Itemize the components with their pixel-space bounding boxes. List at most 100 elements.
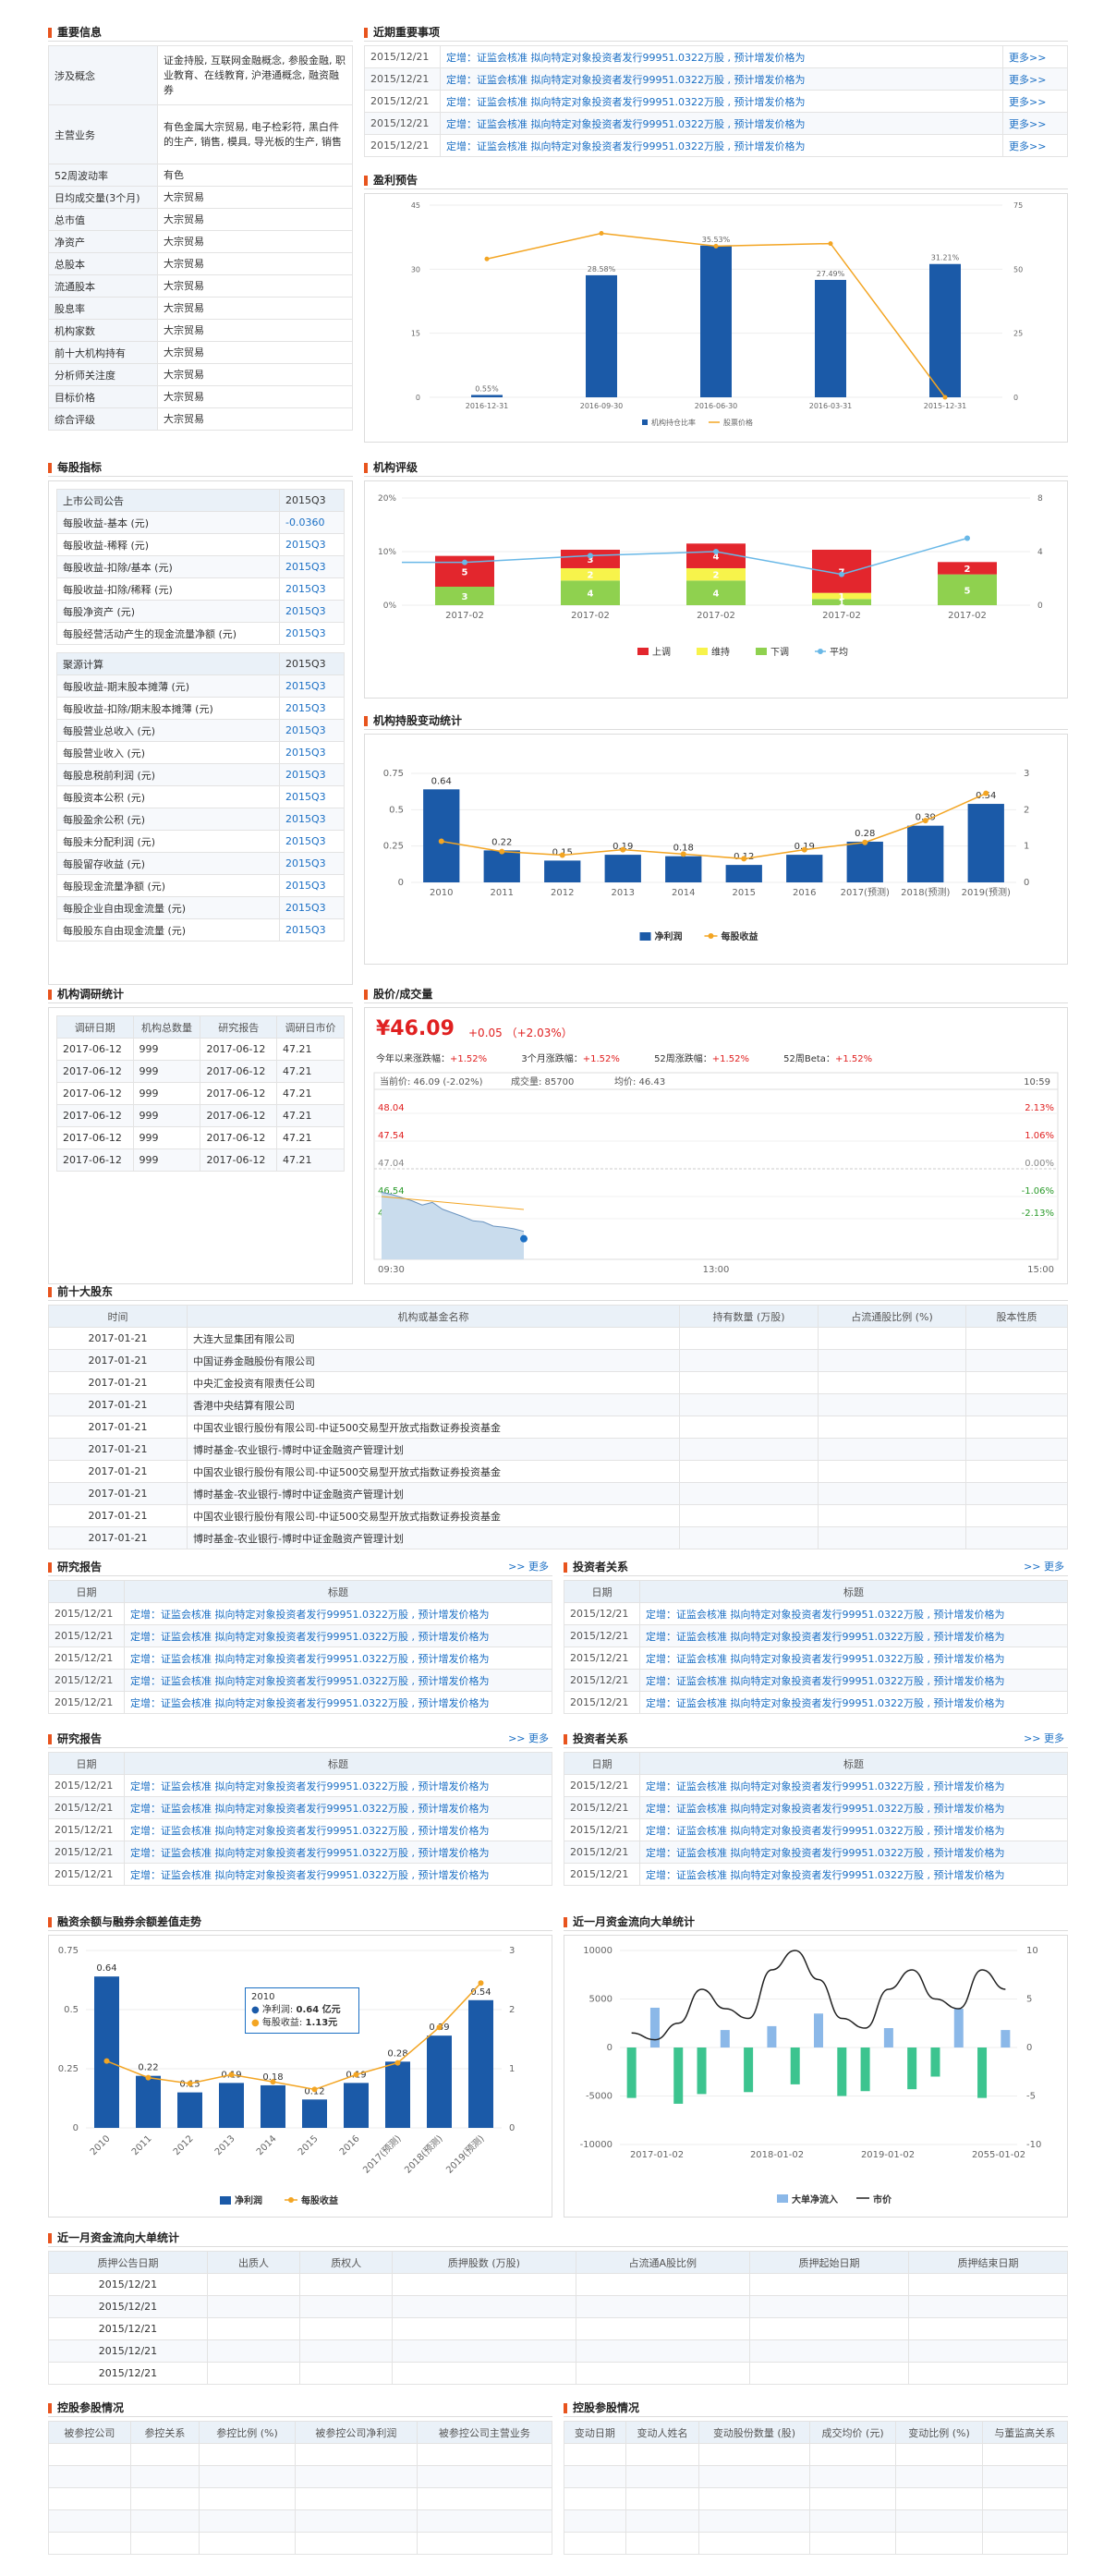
flow-bar[interactable]: [907, 2047, 917, 2090]
event-more-link[interactable]: 更多>>: [1002, 134, 1068, 157]
eps-point[interactable]: [862, 839, 868, 845]
flow-bar[interactable]: [1001, 2030, 1011, 2047]
profit-bar[interactable]: [136, 2075, 161, 2128]
report-link[interactable]: 定增：证监会核准 拟向特定对象投资者发行99951.0322万股 , 预计增发价…: [639, 1818, 1068, 1841]
price-point[interactable]: [828, 241, 833, 247]
profit-bar[interactable]: [219, 2083, 244, 2128]
report-link[interactable]: 定增：证监会核准 拟向特定对象投资者发行99951.0322万股 , 预计增发价…: [639, 1669, 1068, 1692]
average-point[interactable]: [713, 549, 719, 554]
report-link[interactable]: 定增：证监会核准 拟向特定对象投资者发行99951.0322万股 , 预计增发价…: [124, 1646, 552, 1670]
profit-bar[interactable]: [907, 825, 944, 882]
eps-point[interactable]: [353, 2072, 359, 2078]
forecast-bar[interactable]: [471, 395, 503, 397]
price-point[interactable]: [599, 231, 604, 237]
profit-bar[interactable]: [261, 2084, 285, 2128]
flow-bar[interactable]: [953, 2009, 964, 2047]
report-link[interactable]: 定增：证监会核准 拟向特定对象投资者发行99951.0322万股 , 预计增发价…: [124, 1818, 552, 1841]
eps-point[interactable]: [741, 856, 747, 862]
eps-point[interactable]: [680, 851, 686, 857]
event-link[interactable]: 定增：证监会核准 拟向特定对象投资者发行99951.0322万股 , 预计增发价…: [440, 67, 1003, 91]
eps-value[interactable]: 2015Q3: [279, 785, 345, 808]
flow-bar[interactable]: [814, 2013, 823, 2047]
eps-value[interactable]: 2015Q3: [279, 533, 345, 556]
current-price-dot[interactable]: [520, 1234, 528, 1243]
profit-bar[interactable]: [302, 2099, 327, 2128]
flow-bar[interactable]: [930, 2047, 940, 2077]
eps-value[interactable]: 2015Q3: [279, 808, 345, 831]
eps-point[interactable]: [145, 2074, 152, 2081]
profit-bar[interactable]: [846, 841, 883, 882]
eps-value[interactable]: 2015Q3: [279, 918, 345, 942]
average-point[interactable]: [588, 553, 593, 559]
profit-bar[interactable]: [94, 1976, 119, 2128]
flow-bar[interactable]: [697, 2047, 707, 2095]
flow-bar[interactable]: [720, 2030, 730, 2047]
event-link[interactable]: 定增：证监会核准 拟向特定对象投资者发行99951.0322万股 , 预计增发价…: [440, 112, 1003, 135]
report-link[interactable]: 定增：证监会核准 拟向特定对象投资者发行99951.0322万股 , 预计增发价…: [124, 1774, 552, 1797]
profit-bar[interactable]: [177, 2092, 202, 2128]
event-link[interactable]: 定增：证监会核准 拟向特定对象投资者发行99951.0322万股 , 预计增发价…: [440, 45, 1003, 68]
flow-bar[interactable]: [744, 2047, 754, 2093]
profit-bar[interactable]: [604, 855, 641, 882]
eps-point[interactable]: [436, 2024, 443, 2031]
price-point[interactable]: [942, 395, 948, 400]
profit-bar[interactable]: [665, 856, 702, 882]
flow-bar[interactable]: [649, 2007, 660, 2047]
report-link[interactable]: 定增：证监会核准 拟向特定对象投资者发行99951.0322万股 , 预计增发价…: [124, 1863, 552, 1886]
profit-bar[interactable]: [344, 2083, 369, 2128]
forecast-bar[interactable]: [929, 263, 961, 397]
event-more-link[interactable]: 更多>>: [1002, 112, 1068, 135]
report-link[interactable]: 定增：证监会核准 拟向特定对象投资者发行99951.0322万股 , 预计增发价…: [639, 1774, 1068, 1797]
eps-value[interactable]: -0.0360: [279, 511, 345, 534]
forecast-bar[interactable]: [815, 279, 846, 397]
profit-bar[interactable]: [483, 850, 520, 882]
eps-point[interactable]: [311, 2086, 318, 2093]
report-link[interactable]: 定增：证监会核准 拟向特定对象投资者发行99951.0322万股 , 预计增发价…: [639, 1602, 1068, 1625]
eps-point[interactable]: [103, 2058, 110, 2064]
report-link[interactable]: 定增：证监会核准 拟向特定对象投资者发行99951.0322万股 , 预计增发价…: [639, 1863, 1068, 1886]
eps-point[interactable]: [620, 846, 626, 853]
flow-bar[interactable]: [673, 2047, 684, 2104]
eps-value[interactable]: 2015Q3: [279, 622, 345, 645]
price-point[interactable]: [484, 256, 490, 261]
eps-point[interactable]: [228, 2072, 235, 2078]
eps-point[interactable]: [438, 838, 444, 844]
eps-value[interactable]: 2015Q3: [279, 896, 345, 919]
event-more-link[interactable]: 更多>>: [1002, 45, 1068, 68]
research-more-link-1[interactable]: >> 更多: [508, 1558, 549, 1576]
profit-bar[interactable]: [468, 1999, 493, 2128]
eps-point[interactable]: [270, 2079, 276, 2085]
forecast-bar[interactable]: [700, 245, 732, 397]
intraday-chart[interactable]: 当前价: 46.09 (-2.02%) 成交量: 85700 均价: 46.43 10…: [365, 1069, 1067, 1283]
average-point[interactable]: [839, 571, 844, 577]
price-point[interactable]: [713, 243, 719, 249]
flow-bar[interactable]: [767, 2025, 777, 2047]
eps-value[interactable]: 2015Q3: [279, 674, 345, 698]
forecast-bar[interactable]: [586, 274, 617, 397]
event-more-link[interactable]: 更多>>: [1002, 67, 1068, 91]
profit-bar[interactable]: [385, 2061, 410, 2128]
profit-bar[interactable]: [544, 860, 581, 882]
investor-more-link-2[interactable]: >> 更多: [1024, 1730, 1064, 1748]
flow-bar[interactable]: [977, 2047, 988, 2098]
report-link[interactable]: 定增：证监会核准 拟向特定对象投资者发行99951.0322万股 , 预计增发价…: [124, 1691, 552, 1714]
eps-point[interactable]: [801, 846, 807, 853]
eps-point[interactable]: [499, 848, 505, 855]
flow-bar[interactable]: [837, 2047, 847, 2096]
report-link[interactable]: 定增：证监会核准 拟向特定对象投资者发行99951.0322万股 , 预计增发价…: [639, 1796, 1068, 1819]
eps-value[interactable]: 2015Q3: [279, 741, 345, 764]
report-link[interactable]: 定增：证监会核准 拟向特定对象投资者发行99951.0322万股 , 预计增发价…: [124, 1796, 552, 1819]
flow-bar[interactable]: [860, 2047, 870, 2092]
eps-value[interactable]: 2015Q3: [279, 763, 345, 786]
report-link[interactable]: 定增：证监会核准 拟向特定对象投资者发行99951.0322万股 , 预计增发价…: [124, 1602, 552, 1625]
eps-point[interactable]: [394, 2060, 401, 2066]
event-more-link[interactable]: 更多>>: [1002, 90, 1068, 113]
eps-value[interactable]: 2015Q3: [279, 577, 345, 601]
eps-point[interactable]: [187, 2081, 193, 2086]
eps-value[interactable]: 2015Q3: [279, 697, 345, 720]
eps-value[interactable]: 2015Q3: [279, 719, 345, 742]
average-point[interactable]: [462, 559, 467, 565]
eps-value[interactable]: 2015Q3: [279, 852, 345, 875]
report-link[interactable]: 定增：证监会核准 拟向特定对象投资者发行99951.0322万股 , 预计增发价…: [639, 1646, 1068, 1670]
eps-point[interactable]: [922, 818, 928, 824]
